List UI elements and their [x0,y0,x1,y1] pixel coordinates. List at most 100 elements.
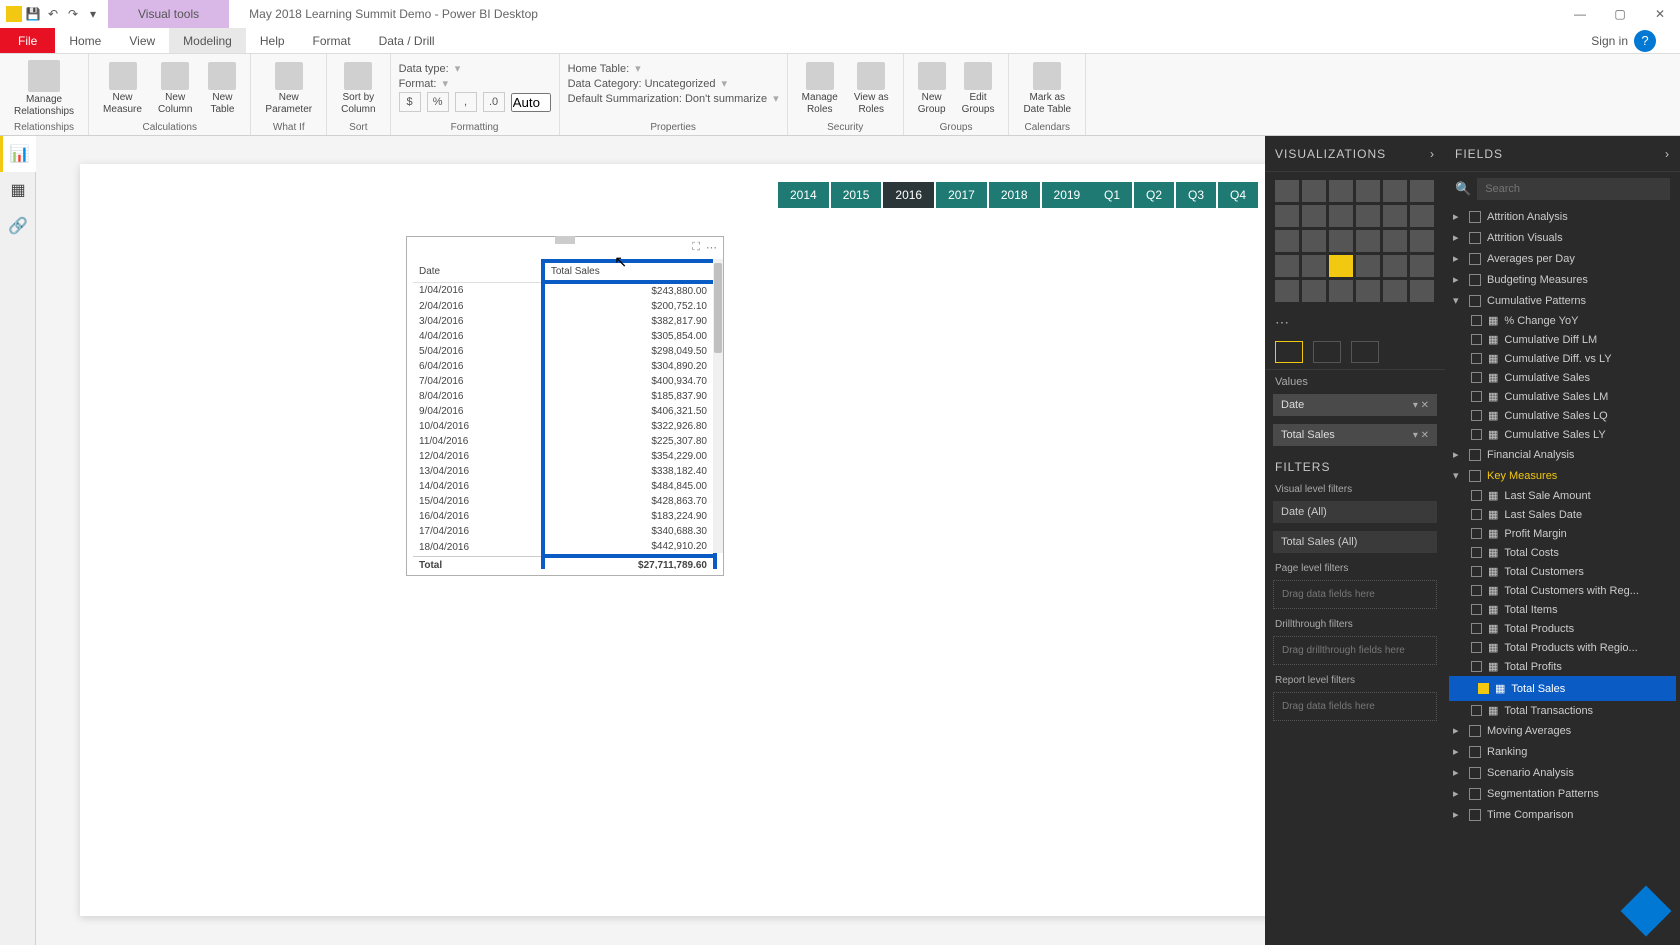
comma-icon[interactable]: , [455,92,477,112]
field-item[interactable]: ▦Cumulative Sales LQ [1445,406,1680,425]
viz-type-icon[interactable] [1329,255,1353,277]
quarter-slicer-Q4[interactable]: Q4 [1218,182,1258,208]
viz-type-icon[interactable] [1302,205,1326,227]
viz-type-icon[interactable] [1383,205,1407,227]
year-slicer-2016[interactable]: 2016 [883,182,934,208]
tab-view[interactable]: View [115,28,169,53]
sign-in-link[interactable]: Sign in [1591,34,1628,48]
collapse-icon[interactable]: › [1430,147,1435,161]
currency-icon[interactable]: $ [399,92,421,112]
scrollbar[interactable] [713,259,723,553]
field-table[interactable]: ▸Time Comparison [1445,804,1680,825]
field-item[interactable]: ▦Total Customers with Reg... [1445,581,1680,600]
viz-type-icon[interactable] [1383,280,1407,302]
table-row[interactable]: 18/04/2016$442,910.20 [413,539,715,556]
save-icon[interactable]: 💾 [24,5,42,23]
data-category-label[interactable]: Data Category: Uncategorized [568,78,716,90]
format-tab[interactable] [1313,341,1341,363]
field-item[interactable]: ▦% Change YoY [1445,311,1680,330]
viz-type-icon[interactable] [1275,205,1299,227]
year-slicer-2017[interactable]: 2017 [936,182,987,208]
col-header-total-sales[interactable]: Total Sales [543,261,715,282]
model-view-icon[interactable]: 🔗 [0,208,36,244]
close-icon[interactable]: ✕ [1640,0,1680,28]
tab-modeling[interactable]: Modeling [169,28,246,53]
filter-total-sales[interactable]: Total Sales (All) [1273,531,1437,553]
field-table[interactable]: ▸Moving Averages [1445,720,1680,741]
viz-type-icon[interactable] [1302,280,1326,302]
table-row[interactable]: 9/04/2016$406,321.50 [413,404,715,419]
minimize-icon[interactable]: — [1560,0,1600,28]
quarter-slicer-Q1[interactable]: Q1 [1092,182,1132,208]
new-parameter-button[interactable]: New Parameter [259,58,318,120]
new-measure-button[interactable]: New Measure [97,58,148,120]
viz-type-icon[interactable] [1356,205,1380,227]
more-options-icon[interactable]: ⋯ [706,241,717,254]
year-slicer-2015[interactable]: 2015 [831,182,882,208]
manage-relationships-button[interactable]: Manage Relationships [8,58,80,120]
report-page[interactable]: 201420152016201720182019 Q1Q2Q3Q4 ⛶ ⋯ Da… [80,164,1265,916]
field-item[interactable]: ▦Cumulative Sales LY [1445,425,1680,444]
viz-type-icon[interactable] [1410,255,1434,277]
field-table[interactable]: ▾Cumulative Patterns [1445,290,1680,311]
new-group-button[interactable]: New Group [912,58,952,120]
tab-help[interactable]: Help [246,28,299,53]
viz-type-icon[interactable] [1410,230,1434,252]
field-item[interactable]: ▦Cumulative Sales [1445,368,1680,387]
tab-home[interactable]: Home [55,28,115,53]
viz-type-icon[interactable] [1410,180,1434,202]
filter-date[interactable]: Date (All) [1273,501,1437,523]
maximize-icon[interactable]: ▢ [1600,0,1640,28]
table-row[interactable]: 4/04/2016$305,854.00 [413,329,715,344]
viz-type-icon[interactable] [1329,230,1353,252]
table-row[interactable]: 16/04/2016$183,224.90 [413,509,715,524]
col-header-date[interactable]: Date [413,261,543,282]
field-item[interactable]: ▦Cumulative Sales LM [1445,387,1680,406]
field-table[interactable]: ▸Attrition Visuals [1445,227,1680,248]
field-item[interactable]: ▦Total Profits [1445,657,1680,676]
collapse-fields-icon[interactable]: › [1665,147,1670,161]
focus-mode-icon[interactable]: ⛶ [692,241,700,254]
field-item[interactable]: ▦Profit Margin [1445,524,1680,543]
table-row[interactable]: 3/04/2016$382,817.90 [413,314,715,329]
viz-type-icon[interactable] [1302,180,1326,202]
search-input[interactable] [1477,178,1670,200]
field-table[interactable]: ▸Averages per Day [1445,248,1680,269]
manage-roles-button[interactable]: Manage Roles [796,58,844,120]
redo-icon[interactable]: ↷ [64,5,82,23]
field-item[interactable]: ▦Last Sales Date [1445,505,1680,524]
field-table[interactable]: ▾Key Measures [1445,465,1680,486]
quarter-slicer-Q3[interactable]: Q3 [1176,182,1216,208]
fields-well-tab[interactable] [1275,341,1303,363]
table-row[interactable]: 7/04/2016$400,934.70 [413,374,715,389]
tab-format[interactable]: Format [299,28,365,53]
field-item[interactable]: ▦Total Costs [1445,543,1680,562]
analytics-tab[interactable] [1351,341,1379,363]
new-table-button[interactable]: New Table [202,58,242,120]
home-table-label[interactable]: Home Table: [568,63,630,75]
table-visual[interactable]: ⛶ ⋯ Date Total Sales 1/04/2016$243,880.0… [406,236,724,576]
viz-type-icon[interactable] [1383,230,1407,252]
table-row[interactable]: 17/04/2016$340,688.30 [413,524,715,539]
tab-datadrill[interactable]: Data / Drill [365,28,449,53]
viz-type-icon[interactable] [1329,180,1353,202]
field-table[interactable]: ▸Attrition Analysis [1445,206,1680,227]
year-slicer-2018[interactable]: 2018 [989,182,1040,208]
viz-type-icon[interactable] [1275,230,1299,252]
viz-type-icon[interactable] [1383,255,1407,277]
field-item[interactable]: ▦Cumulative Diff. vs LY [1445,349,1680,368]
table-row[interactable]: 11/04/2016$225,307.80 [413,434,715,449]
field-item[interactable]: ▦Total Sales [1449,676,1676,701]
quarter-slicer-Q2[interactable]: Q2 [1134,182,1174,208]
sort-by-column-button[interactable]: Sort by Column [335,58,381,120]
drill-filter-drop[interactable]: Drag drillthrough fields here [1273,636,1437,665]
viz-type-icon[interactable] [1275,255,1299,277]
viz-type-icon[interactable] [1275,180,1299,202]
year-slicer-2019[interactable]: 2019 [1042,182,1093,208]
undo-icon[interactable]: ↶ [44,5,62,23]
table-row[interactable]: 15/04/2016$428,863.70 [413,494,715,509]
edit-groups-button[interactable]: Edit Groups [956,58,1001,120]
field-item[interactable]: ▦Total Items [1445,600,1680,619]
well-date[interactable]: Date▾ ✕ [1273,394,1437,416]
viz-type-icon[interactable] [1302,230,1326,252]
